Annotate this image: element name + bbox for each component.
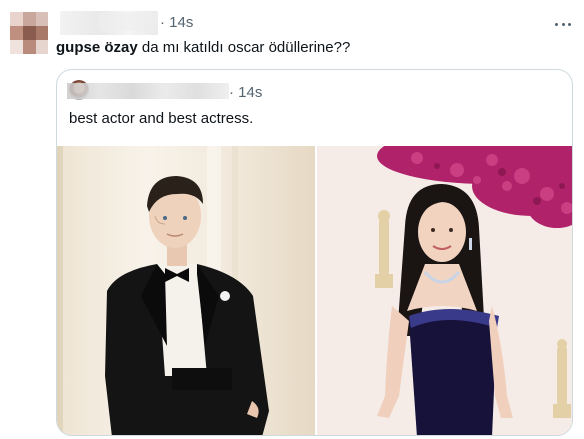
tweet-text-rest: da mı katıldı oscar ödüllerine?? — [137, 39, 351, 56]
quoted-display-name-blurred[interactable] — [67, 83, 229, 99]
tweet-text: gupse özay da mı katıldı oscar ödüllerin… — [56, 38, 350, 58]
quoted-text: best actor and best actress. — [69, 110, 254, 127]
photo-best-actor-illustration — [57, 146, 315, 435]
quoted-tweet[interactable]: · 14s best actor and best actress. — [56, 69, 573, 436]
photo-best-actor[interactable] — [57, 146, 315, 435]
tweet-timestamp[interactable]: · 14s — [160, 14, 193, 31]
tweet-card[interactable]: · 14s gupse özay da mı katıldı oscar ödü… — [0, 0, 584, 439]
photo-best-actress[interactable] — [317, 146, 572, 435]
handle-blurred — [98, 13, 158, 31]
quoted-timestamp[interactable]: · 14s — [229, 84, 262, 101]
avatar[interactable] — [10, 12, 48, 54]
more-options-icon[interactable] — [552, 14, 574, 34]
mention-name: gupse özay — [56, 39, 138, 56]
photo-best-actress-illustration — [317, 146, 572, 435]
